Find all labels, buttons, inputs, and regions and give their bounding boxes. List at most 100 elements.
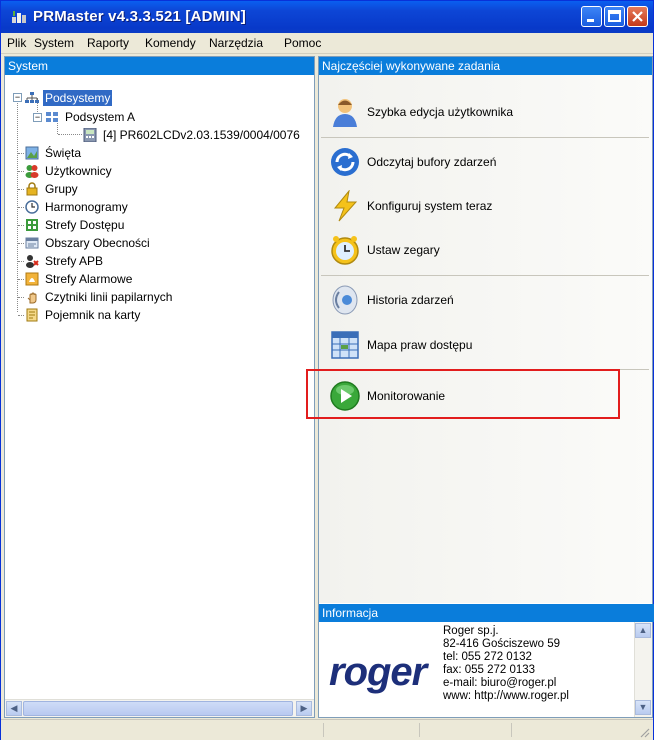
tree-line <box>18 261 24 262</box>
tree-label-podsystemy: Podsystemy <box>43 90 113 106</box>
tree-label-swieta: Święta <box>45 146 82 160</box>
subsystem-icon <box>46 112 58 122</box>
task-ustaw-zegary[interactable]: Ustaw zegary <box>329 234 639 268</box>
menu-bar: Plik System Raporty Komendy Narzędzia Po… <box>1 33 653 54</box>
access-zone-icon <box>26 219 38 231</box>
configure-icon <box>333 190 358 222</box>
status-divider <box>511 723 513 737</box>
tree-item-strefy-dostepu[interactable]: Strefy Dostępu <box>25 217 225 233</box>
task-label: Szybka edycja użytkownika <box>367 105 514 119</box>
tree-line <box>18 225 24 226</box>
user-edit-icon <box>333 99 357 127</box>
scroll-up-button[interactable]: ▲ <box>635 623 651 638</box>
holiday-icon <box>25 146 39 160</box>
scroll-down-button[interactable]: ▼ <box>635 700 651 715</box>
minimize-icon <box>587 19 594 22</box>
collapse-podsystemy-icon[interactable]: − <box>13 93 22 102</box>
task-label: Konfiguruj system teraz <box>367 199 493 213</box>
info-company: Roger sp.j. <box>443 625 499 637</box>
minimize-button[interactable] <box>581 6 602 27</box>
tree-item-swieta[interactable]: Święta <box>25 145 225 161</box>
menu-raporty[interactable]: Raporty <box>87 36 129 50</box>
tree-item-grupy[interactable]: Grupy <box>25 181 225 197</box>
schedule-icon <box>25 200 39 214</box>
info-website[interactable]: www: http://www.roger.pl <box>443 690 569 702</box>
app-icon <box>12 11 26 23</box>
resize-grip-icon[interactable] <box>638 726 650 738</box>
task-label: Historia zdarzeń <box>367 293 454 307</box>
title-bar[interactable]: PRMaster v4.3.3.521 [ADMIN] <box>1 1 653 33</box>
tree-line <box>58 134 82 135</box>
info-fax: fax: 055 272 0133 <box>443 664 536 676</box>
scroll-thumb[interactable] <box>23 701 293 716</box>
maximize-icon <box>608 10 621 22</box>
tree-item-podsystemy[interactable]: Podsystemy <box>25 90 145 106</box>
info-panel-header: Informacja <box>319 604 654 622</box>
highlight-box <box>306 369 620 419</box>
tree-line <box>18 297 24 298</box>
tree-label-strefy-dostepu: Strefy Dostępu <box>45 218 125 232</box>
info-phone: tel: 055 272 0132 <box>443 651 532 663</box>
roger-logo: roger <box>329 650 427 694</box>
tree-item-device[interactable]: [4] PR602LCDv2.03.1539/0004/0076 <box>83 127 313 143</box>
tree-label-harmonogramy: Harmonogramy <box>45 200 128 214</box>
apb-zone-icon <box>26 255 39 268</box>
tree-line <box>18 153 24 154</box>
close-button[interactable] <box>627 6 648 27</box>
tree-horizontal-scrollbar[interactable]: ◀ ▶ <box>5 699 314 717</box>
info-email[interactable]: e-mail: biuro@roger.pl <box>443 677 556 689</box>
app-window: PRMaster v4.3.3.521 [ADMIN] Plik System … <box>0 0 654 740</box>
task-separator <box>321 137 649 138</box>
users-icon <box>25 165 39 178</box>
task-odczytaj-bufory[interactable]: Odczytaj bufory zdarzeń <box>329 146 639 180</box>
tree-item-strefy-apb[interactable]: Strefy APB <box>25 253 225 269</box>
device-icon <box>83 128 97 142</box>
menu-narzedzia[interactable]: Narzędzia <box>209 36 263 50</box>
tree-label-podsystem-a: Podsystem A <box>65 110 136 124</box>
scroll-right-button[interactable]: ▶ <box>296 701 312 716</box>
tree-line <box>18 279 24 280</box>
task-szybka-edycja[interactable]: Szybka edycja użytkownika <box>329 96 639 130</box>
tree-label-strefy-apb: Strefy APB <box>45 254 104 268</box>
tasks-area: Szybka edycja użytkownika Odczytaj bufor… <box>319 75 652 603</box>
system-panel-header: System <box>5 57 314 75</box>
collapse-podsystem-a-icon[interactable]: − <box>33 113 42 122</box>
tree-label-pojemnik: Pojemnik na karty <box>45 308 141 322</box>
fingerprint-icon <box>27 292 37 304</box>
task-konfiguruj[interactable]: Konfiguruj system teraz <box>329 190 639 224</box>
task-mapa-praw[interactable]: Mapa praw dostępu <box>329 329 639 363</box>
tree-label-grupy: Grupy <box>45 182 78 196</box>
tree-item-strefy-alarmowe[interactable]: Strefy Alarmowe <box>25 271 225 287</box>
tree-label-uzytkownicy: Użytkownicy <box>45 164 112 178</box>
maximize-button[interactable] <box>604 6 625 27</box>
network-icon <box>25 92 39 103</box>
scroll-left-button[interactable]: ◀ <box>6 701 22 716</box>
tree-line <box>18 315 24 316</box>
task-label: Ustaw zegary <box>367 243 440 257</box>
clock-icon <box>331 236 359 265</box>
tasks-panel-header: Najczęściej wykonywane zadania <box>319 57 652 75</box>
close-icon <box>632 11 643 22</box>
tree-item-podsystem-a[interactable]: Podsystem A <box>45 109 165 125</box>
info-vertical-scrollbar[interactable]: ▲ ▼ <box>634 622 652 717</box>
menu-system[interactable]: System <box>34 36 74 50</box>
task-historia[interactable]: Historia zdarzeń <box>329 284 639 318</box>
menu-komendy[interactable]: Komendy <box>145 36 196 50</box>
tree-item-czytniki[interactable]: Czytniki linii papilarnych <box>25 289 245 305</box>
tree-line <box>18 171 24 172</box>
status-divider <box>323 723 325 737</box>
task-label: Odczytaj bufory zdarzeń <box>367 155 497 169</box>
tree-line <box>18 207 24 208</box>
menu-pomoc[interactable]: Pomoc <box>284 36 321 50</box>
tree-item-obszary-obecnosci[interactable]: Obszary Obecności <box>25 235 225 251</box>
status-divider <box>419 723 421 737</box>
tree-line <box>18 243 24 244</box>
alarm-zone-icon <box>25 272 39 286</box>
tree-label-strefy-alarmowe: Strefy Alarmowe <box>45 272 133 286</box>
tree-item-harmonogramy[interactable]: Harmonogramy <box>25 199 225 215</box>
tree-item-uzytkownicy[interactable]: Użytkownicy <box>25 163 225 179</box>
card-container-icon <box>26 308 38 322</box>
info-address: 82-416 Gościszewo 59 <box>443 638 560 650</box>
tree-item-pojemnik[interactable]: Pojemnik na karty <box>25 307 225 323</box>
menu-plik[interactable]: Plik <box>7 36 26 50</box>
